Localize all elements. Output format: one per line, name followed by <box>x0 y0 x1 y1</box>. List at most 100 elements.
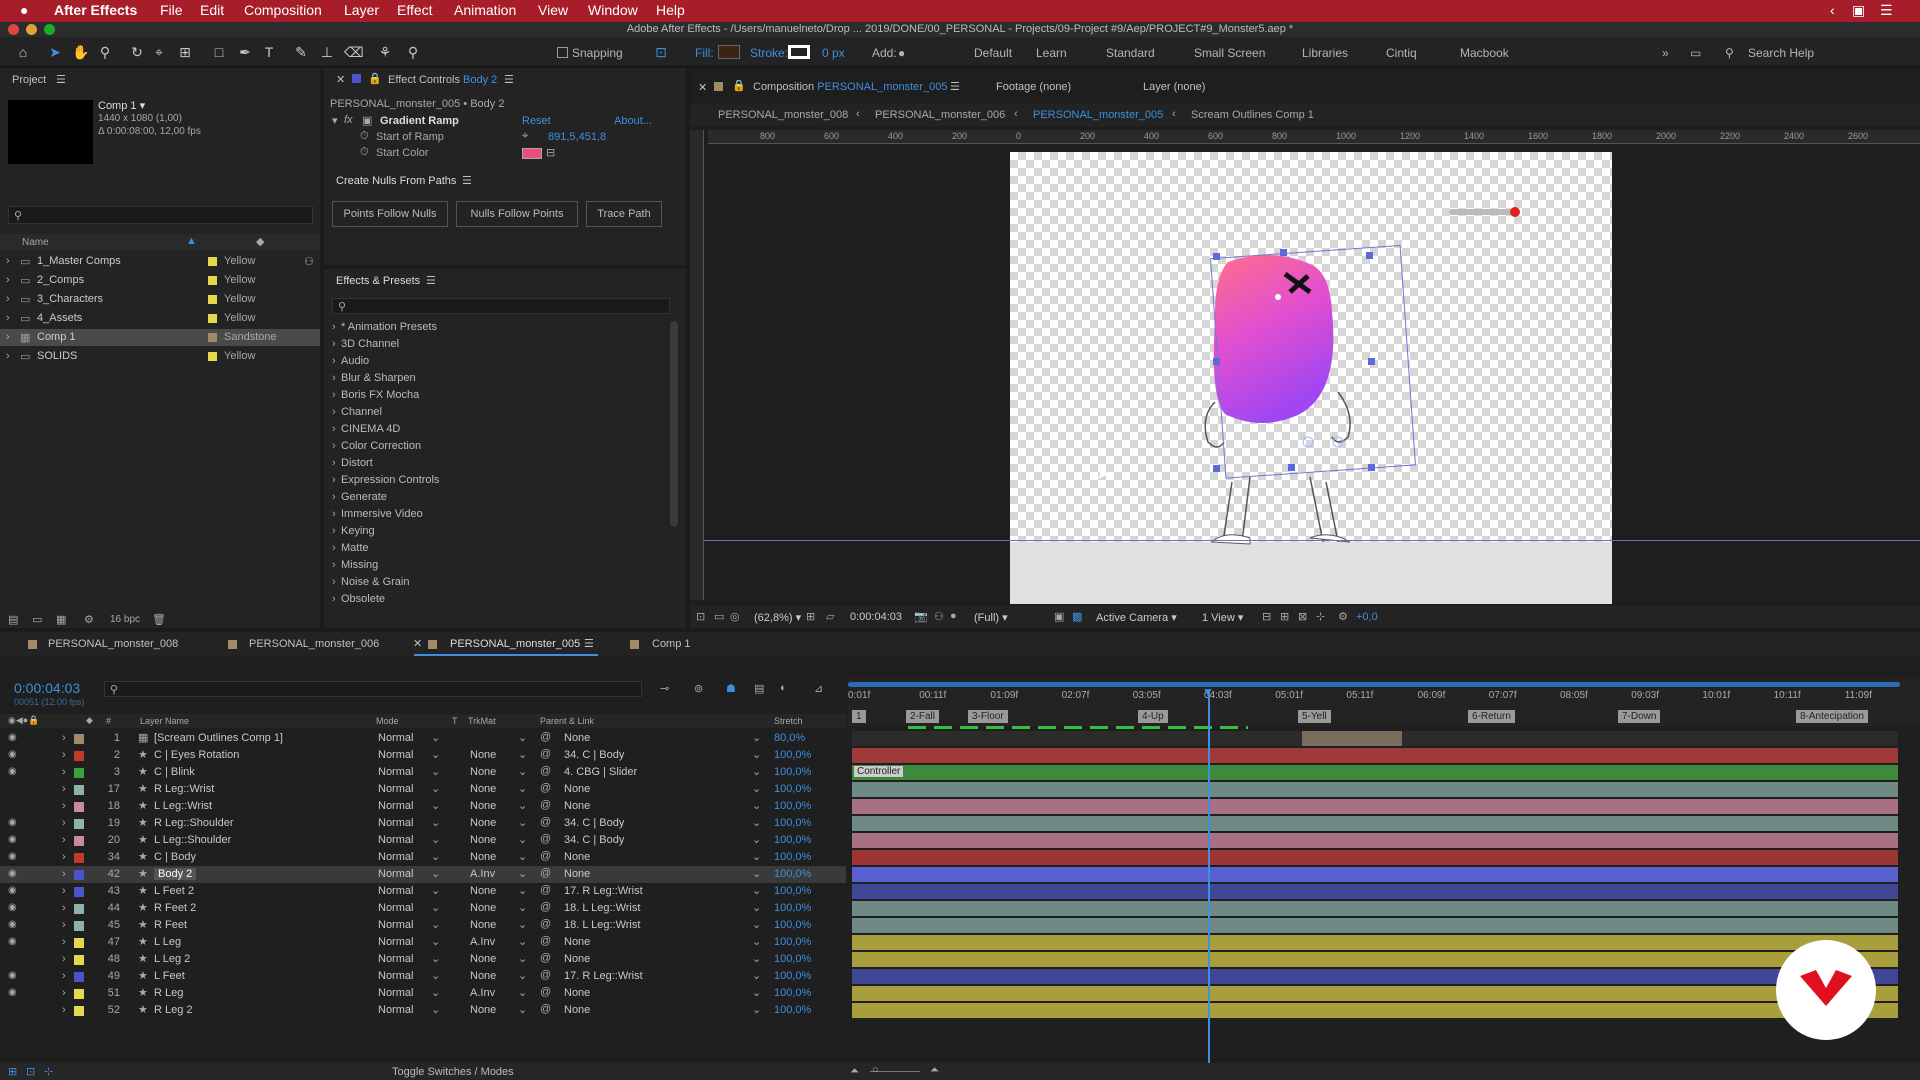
parent-dropdown[interactable]: None <box>564 732 590 744</box>
blend-mode-dropdown[interactable]: Normal <box>378 987 413 999</box>
stretch-value[interactable]: 100,0% <box>774 817 811 829</box>
label-swatch[interactable] <box>208 333 217 342</box>
parent-dropdown[interactable]: None <box>564 868 590 880</box>
expand-layer-icon[interactable]: › <box>62 1004 66 1016</box>
layer-name[interactable]: C | Eyes Rotation <box>154 749 239 761</box>
layer-name[interactable]: R Feet <box>154 919 187 931</box>
expand-arrow-icon[interactable]: › <box>6 350 10 362</box>
parent-dropdown[interactable]: None <box>564 936 590 948</box>
layer-row[interactable]: ◉ › 34 ★ C | Body Normal ⌄ None ⌄ @ None… <box>0 849 846 866</box>
motion-blur-switch-icon[interactable]: ◐ <box>780 682 787 694</box>
layer-row[interactable]: ◉ › 1 ▦ [Scream Outlines Comp 1] Normal … <box>0 730 846 747</box>
parent-dropdown[interactable]: None <box>564 851 590 863</box>
effect-category[interactable]: › 3D Channel <box>324 336 664 353</box>
menu-layer[interactable]: Layer <box>344 2 379 18</box>
blend-mode-dropdown[interactable]: Normal <box>378 749 413 761</box>
effect-category[interactable]: › Missing <box>324 557 664 574</box>
workspace-cintiq[interactable]: Cintiq <box>1386 46 1417 60</box>
pickwhip-icon[interactable]: @ <box>540 833 551 845</box>
stretch-value[interactable]: 100,0% <box>774 902 811 914</box>
reset-link[interactable]: Reset <box>522 115 551 127</box>
lock-icon[interactable]: 🔒 <box>368 72 382 85</box>
breadcrumb-item[interactable]: Scream Outlines Comp 1 <box>1191 109 1314 121</box>
effect-category[interactable]: › Audio <box>324 353 664 370</box>
layer-row[interactable]: ◉ › 45 ★ R Feet Normal ⌄ None ⌄ @ 18. L … <box>0 917 846 934</box>
layer-name[interactable]: R Leg::Wrist <box>154 783 214 795</box>
bit-depth[interactable]: 16 bpc <box>110 614 140 625</box>
breadcrumb-item[interactable]: PERSONAL_monster_006 <box>875 109 1005 121</box>
stopwatch-icon[interactable]: ⏱ <box>360 146 369 159</box>
parent-dropdown[interactable]: None <box>564 987 590 999</box>
menu-window[interactable]: Window <box>588 2 638 18</box>
blend-mode-dropdown[interactable]: Normal <box>378 885 413 897</box>
motion-blur-icon[interactable]: ⊠ <box>1298 610 1307 623</box>
comp-marker[interactable]: 7-Down <box>1618 710 1661 723</box>
layer-duration-bar[interactable] <box>852 884 1898 899</box>
layer-row[interactable]: ◉ › 49 ★ L Feet Normal ⌄ None ⌄ @ 17. R … <box>0 968 846 985</box>
add-icon[interactable]: ● <box>898 46 905 60</box>
selection-tool-icon[interactable]: ➤ <box>46 43 64 61</box>
stretch-value[interactable]: 100,0% <box>774 800 811 812</box>
search-icon[interactable]: ⚲ <box>1725 46 1734 60</box>
visibility-eye-icon[interactable]: ◉ <box>8 732 17 743</box>
layer-name[interactable]: Body 2 <box>154 868 197 880</box>
name-column-header[interactable]: Name <box>22 237 49 248</box>
expand-layer-icon[interactable]: › <box>62 800 66 812</box>
new-folder-icon[interactable]: ▭ <box>32 613 42 626</box>
layer-duration-bar[interactable] <box>852 731 1898 746</box>
visibility-eye-icon[interactable]: ◉ <box>8 749 17 760</box>
layer-duration-bar[interactable] <box>852 952 1898 967</box>
layer-label-swatch[interactable] <box>74 972 84 982</box>
blend-mode-dropdown[interactable]: Normal <box>378 902 413 914</box>
trkmat-dropdown[interactable]: None <box>470 834 496 846</box>
pickwhip-icon[interactable]: @ <box>540 748 551 760</box>
expand-layer-icon[interactable]: › <box>62 868 66 880</box>
layer-label-swatch[interactable] <box>74 836 84 846</box>
panel-menu-icon[interactable]: ☰ <box>462 174 472 187</box>
stroke-swatch[interactable] <box>788 45 810 59</box>
mode-column-header[interactable]: Mode <box>376 716 399 726</box>
show-snapshot-icon[interactable]: ⚇ <box>934 610 944 623</box>
sort-ascending-icon[interactable]: ▲ <box>186 235 197 247</box>
effect-category[interactable]: › Distort <box>324 455 664 472</box>
parent-dropdown[interactable]: 18. L Leg::Wrist <box>564 919 640 931</box>
timeline-timecode[interactable]: 0:00:04:03 <box>14 680 80 696</box>
layer-label-swatch[interactable] <box>74 938 84 948</box>
comp-marker[interactable]: 5-Yell <box>1298 710 1331 723</box>
project-item[interactable]: › ▭ 2_Comps Yellow <box>0 272 320 289</box>
effect-category[interactable]: › Blur & Sharpen <box>324 370 664 387</box>
layer-marker[interactable]: Controller <box>854 766 904 777</box>
panel-menu-icon[interactable]: ☰ <box>56 73 66 86</box>
layer-row[interactable]: ◉ › 51 ★ R Leg Normal ⌄ A.Inv ⌄ @ None ⌄… <box>0 985 846 1002</box>
expand-layer-icon[interactable]: › <box>62 766 66 778</box>
expand-switches-icon[interactable]: ⊹ <box>44 1065 53 1078</box>
expand-modes-icon[interactable]: ⊡ <box>26 1065 35 1078</box>
parent-dropdown[interactable]: 34. C | Body <box>564 749 624 761</box>
layer-name[interactable]: R Leg <box>154 987 183 999</box>
project-settings-icon[interactable]: ⚙ <box>84 613 94 626</box>
expand-layer-icon[interactable]: › <box>62 902 66 914</box>
horizontal-ruler[interactable]: 800 600 400 200 0 200 400 600 800 1000 1200 1400 160… <box>708 130 1920 144</box>
panel-menu-icon[interactable]: ☰ <box>504 73 514 86</box>
3d-draft-icon[interactable]: ⊞ <box>1280 610 1289 623</box>
pickwhip-icon[interactable]: @ <box>540 765 551 777</box>
interpret-footage-icon[interactable]: ▤ <box>8 613 18 626</box>
current-time-indicator[interactable] <box>1208 690 1210 1072</box>
toggle-pixel-icon[interactable]: ⊟ <box>1262 610 1271 623</box>
layer-name[interactable]: R Feet 2 <box>154 902 196 914</box>
effect-category[interactable]: › Expression Controls <box>324 472 664 489</box>
layer-duration-bar[interactable] <box>852 935 1898 950</box>
stretch-value[interactable]: 100,0% <box>774 1004 811 1016</box>
comp-marker[interactable]: 8-Antecipation <box>1796 710 1868 723</box>
blend-mode-dropdown[interactable]: Normal <box>378 970 413 982</box>
new-comp-icon[interactable]: ▦ <box>56 613 66 626</box>
parent-dropdown[interactable]: None <box>564 953 590 965</box>
color-channels-icon[interactable]: ● <box>950 610 957 622</box>
stretch-value[interactable]: 80,0% <box>774 732 805 744</box>
layer-label-swatch[interactable] <box>74 785 84 795</box>
trkmat-dropdown[interactable]: None <box>470 800 496 812</box>
project-tab[interactable]: Project <box>12 74 46 86</box>
project-item[interactable]: › ▭ 4_Assets Yellow <box>0 310 320 327</box>
layer-name[interactable]: R Leg::Shoulder <box>154 817 234 829</box>
stretch-value[interactable]: 100,0% <box>774 749 811 761</box>
